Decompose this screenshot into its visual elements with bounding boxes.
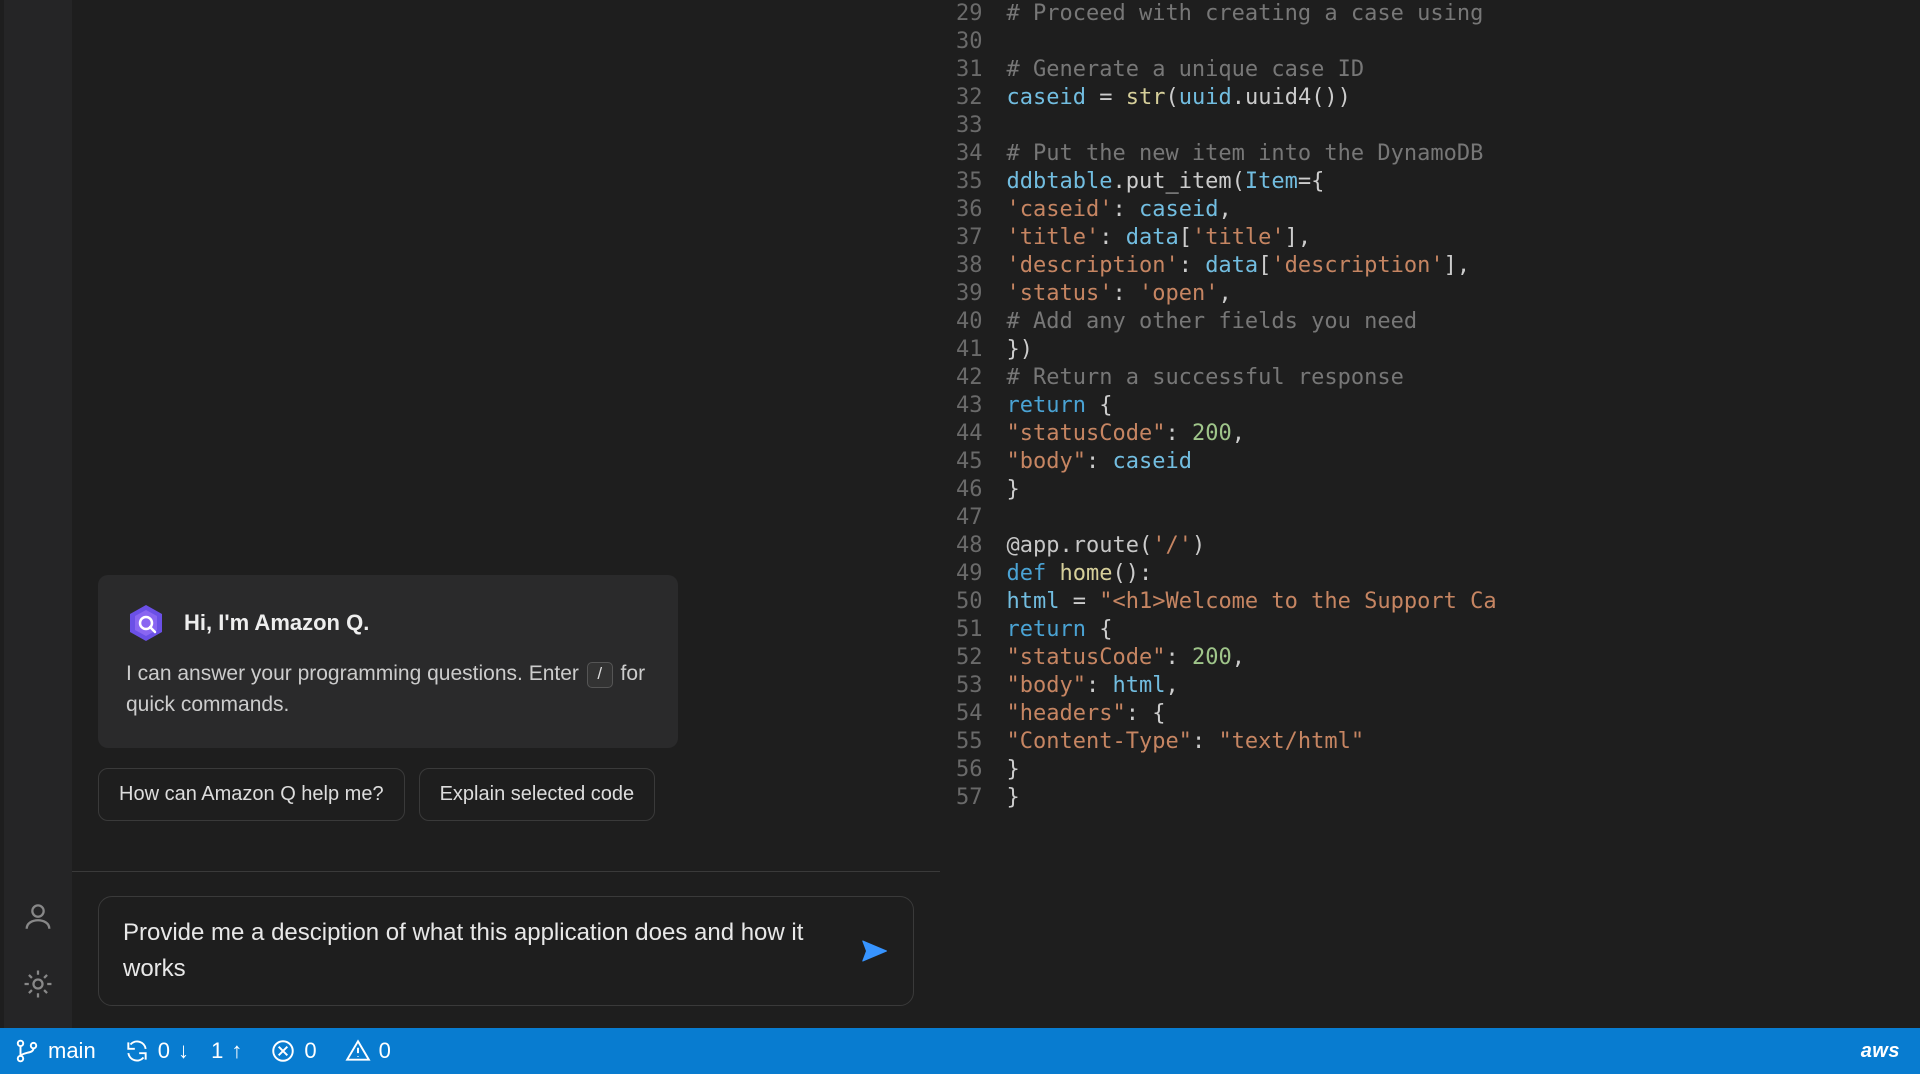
code-editor[interactable]: 2930313233343536373839404142434445464748… [940, 0, 1920, 1028]
status-warnings[interactable]: 0 [345, 1038, 391, 1064]
status-bar: main 0 ↓ 1 ↑ 0 0 aws [0, 1028, 1920, 1074]
warning-count: 0 [379, 1038, 391, 1064]
warning-icon [345, 1038, 371, 1064]
suggestion-help-button[interactable]: How can Amazon Q help me? [98, 768, 405, 821]
chat-intro-card: Hi, I'm Amazon Q. I can answer your prog… [98, 575, 678, 748]
gear-icon[interactable] [4, 950, 72, 1018]
error-icon [270, 1038, 296, 1064]
chat-input[interactable]: Provide me a desciption of what this app… [123, 915, 841, 987]
git-branch-icon [14, 1038, 40, 1064]
chat-intro-title: Hi, I'm Amazon Q. [184, 610, 369, 636]
chat-input-box[interactable]: Provide me a desciption of what this app… [98, 896, 914, 1006]
chat-panel: Hi, I'm Amazon Q. I can answer your prog… [72, 0, 940, 1028]
sync-up-count: 1 [211, 1038, 223, 1064]
branch-name: main [48, 1038, 96, 1064]
chat-intro-body: I can answer your programming questions.… [126, 659, 650, 720]
chat-divider [72, 871, 940, 872]
sync-icon [124, 1038, 150, 1064]
line-numbers: 2930313233343536373839404142434445464748… [940, 0, 1007, 1028]
amazon-q-logo-icon [126, 603, 166, 643]
status-sync[interactable]: 0 ↓ 1 ↑ [124, 1038, 243, 1064]
activity-bar [4, 0, 72, 1028]
arrow-up-icon: ↑ [231, 1038, 242, 1064]
arrow-down-icon: ↓ [178, 1038, 189, 1064]
send-icon[interactable] [859, 936, 889, 966]
chat-suggestions: How can Amazon Q help me? Explain select… [98, 768, 914, 821]
suggestion-explain-button[interactable]: Explain selected code [419, 768, 656, 821]
code-content[interactable]: # Proceed with creating a case using # G… [1007, 0, 1497, 1028]
intro-text-before: I can answer your programming questions.… [126, 662, 585, 685]
aws-logo[interactable]: aws [1861, 1040, 1910, 1063]
status-branch[interactable]: main [14, 1038, 96, 1064]
accounts-icon[interactable] [4, 882, 72, 950]
slash-key-icon: / [587, 662, 613, 688]
status-errors[interactable]: 0 [270, 1038, 316, 1064]
error-count: 0 [304, 1038, 316, 1064]
sync-down-count: 0 [158, 1038, 170, 1064]
